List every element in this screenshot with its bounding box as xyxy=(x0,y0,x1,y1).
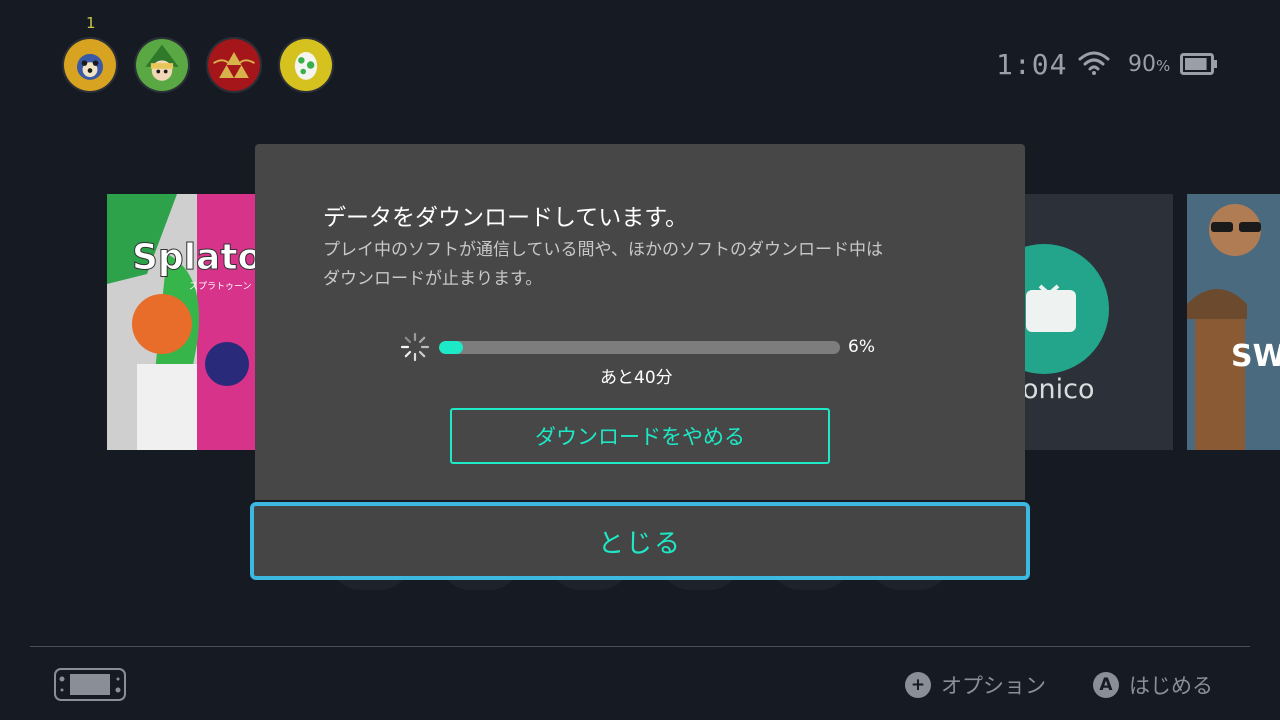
options-label: オプション xyxy=(941,674,1046,698)
stop-download-button[interactable]: ダウンロードをやめる xyxy=(450,408,830,464)
game-tile-splatoon[interactable]: Splato スプラトゥーン xyxy=(107,194,257,450)
game-tile-third[interactable]: SW xyxy=(1187,194,1280,450)
start-hint[interactable]: A はじめる xyxy=(1093,670,1213,700)
loading-spinner-icon xyxy=(400,332,430,362)
dialog-title: データをダウンロードしています。 xyxy=(323,205,689,231)
niconico-label: onico xyxy=(1022,374,1095,405)
home-screen: 1 1:04 90% Splato スプラトゥーン onico SW データをダ… xyxy=(0,0,1280,720)
third-tile-label: SW xyxy=(1231,339,1280,374)
handheld-controller-icon xyxy=(54,668,126,701)
close-button[interactable]: とじる xyxy=(250,502,1030,580)
user-avatar-1[interactable] xyxy=(62,37,118,93)
wifi-icon xyxy=(1078,51,1110,75)
splatoon-logo-subtitle: スプラトゥーン xyxy=(189,281,252,292)
download-progress-fill xyxy=(439,341,464,354)
splatoon-logo-text: Splato xyxy=(132,237,257,278)
app-tile-niconico[interactable]: onico xyxy=(1022,194,1173,450)
user-avatar-4[interactable] xyxy=(278,37,334,93)
start-label: はじめる xyxy=(1129,674,1213,698)
user-count: 1 xyxy=(86,14,96,32)
clock: 1:04 xyxy=(996,48,1068,81)
user-avatar-3[interactable] xyxy=(206,37,262,93)
battery-icon xyxy=(1180,53,1217,75)
download-dialog: データをダウンロードしています。 プレイ中のソフトが通信している間や、ほかのソフ… xyxy=(255,144,1025,500)
download-progress-percent: 6% xyxy=(848,337,875,357)
remaining-time: あと40分 xyxy=(600,368,673,388)
a-button-icon: A xyxy=(1093,672,1119,698)
footer-divider xyxy=(30,646,1250,647)
user-avatar-2[interactable] xyxy=(134,37,190,93)
battery-percent: 90% xyxy=(1128,52,1171,77)
plus-button-icon: + xyxy=(905,672,931,698)
options-hint[interactable]: + オプション xyxy=(905,670,1046,700)
download-progress-bar xyxy=(439,341,840,354)
dialog-description: プレイ中のソフトが通信している間や、ほかのソフトのダウンロード中は ダウンロード… xyxy=(323,240,883,289)
